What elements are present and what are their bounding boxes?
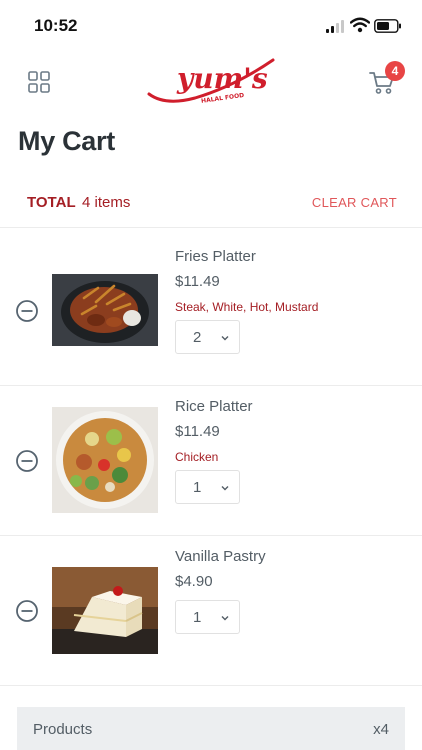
quantity-value: 1	[193, 609, 202, 626]
grid-icon[interactable]	[27, 70, 51, 94]
cart-item-rice-platter: Rice Platter $11.49 Chicken 1	[0, 386, 422, 536]
products-label: Products	[33, 721, 93, 738]
chevron-down-icon	[221, 336, 229, 341]
minus-circle-icon[interactable]	[15, 299, 39, 323]
total-item-count: 4 items	[82, 194, 131, 211]
item-price: $11.49	[175, 423, 220, 440]
brand-logo[interactable]: yum's HALAL FOOD	[145, 52, 277, 110]
products-count: x4	[373, 721, 389, 738]
item-name: Vanilla Pastry	[175, 548, 266, 565]
quantity-select[interactable]: 1	[175, 600, 240, 634]
quantity-value: 1	[193, 479, 202, 496]
cart-item-fries-platter: Fries Platter $11.49 Steak, White, Hot, …	[0, 236, 422, 386]
fries-platter-photo	[52, 274, 158, 346]
minus-circle-icon[interactable]	[15, 449, 39, 473]
rice-platter-photo	[52, 407, 158, 513]
logo-text: yum's	[176, 62, 268, 95]
status-time: 10:52	[34, 16, 78, 35]
item-options: Steak, White, Hot, Mustard	[175, 300, 319, 314]
cart-count-badge[interactable]: 4	[385, 61, 405, 81]
app-header: yum's HALAL FOOD 4	[0, 52, 422, 112]
vanilla-pastry-photo	[52, 567, 158, 654]
signal-icon	[326, 20, 346, 33]
order-summary-products: Products x4	[17, 707, 405, 750]
quantity-value: 2	[193, 329, 202, 346]
item-options: Chicken	[175, 450, 219, 464]
chevron-down-icon	[221, 616, 229, 621]
item-price: $4.90	[175, 573, 213, 590]
battery-icon	[374, 19, 401, 33]
chevron-down-icon	[221, 486, 229, 491]
minus-circle-icon[interactable]	[15, 599, 39, 623]
item-name: Fries Platter	[175, 248, 256, 265]
total-label: TOTAL	[27, 194, 76, 211]
status-bar: 10:52	[0, 0, 422, 52]
item-price: $11.49	[175, 273, 220, 290]
quantity-select[interactable]: 2	[175, 320, 240, 354]
cart-total-row: TOTAL 4 items CLEAR CART	[0, 180, 422, 228]
clear-cart-button[interactable]: CLEAR CART	[312, 195, 397, 210]
item-name: Rice Platter	[175, 398, 253, 415]
cart-item-vanilla-pastry: Vanilla Pastry $4.90 1	[0, 536, 422, 686]
page-title: My Cart	[18, 126, 115, 156]
quantity-select[interactable]: 1	[175, 470, 240, 504]
wifi-icon	[350, 17, 370, 33]
